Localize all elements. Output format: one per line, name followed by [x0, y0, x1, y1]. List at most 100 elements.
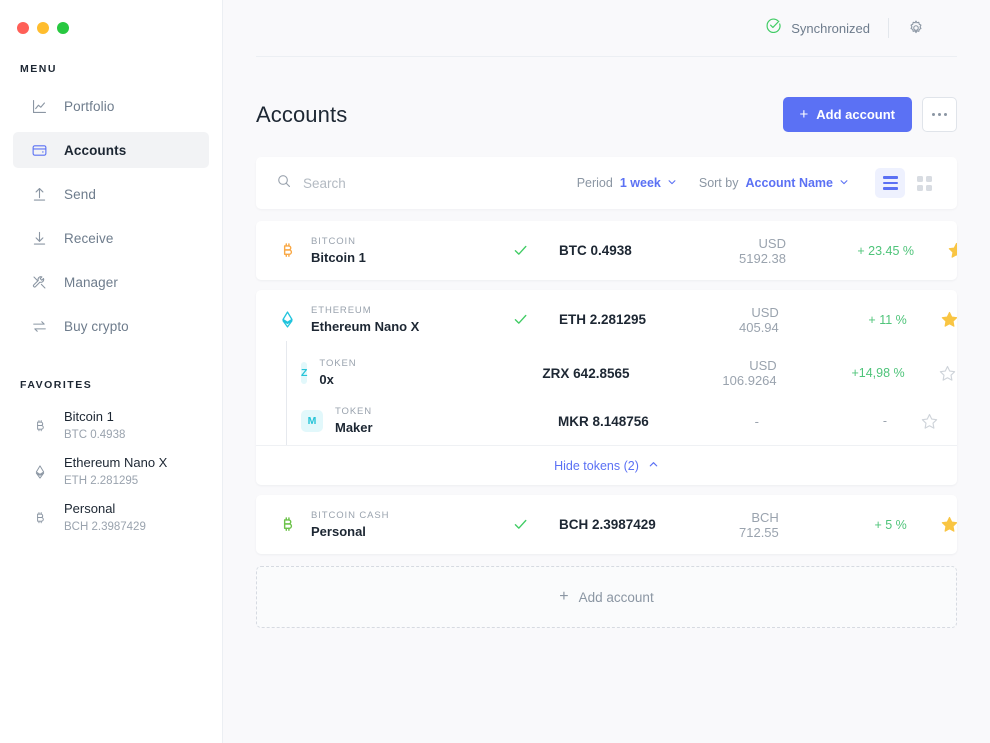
account-counter-value: USD 5192.38 — [739, 236, 822, 266]
account-currency: ETHEREUM — [311, 305, 481, 316]
star-filled-icon[interactable] — [907, 515, 957, 534]
account-delta: + 5 % — [815, 518, 907, 532]
favorite-item-name: Ethereum Nano X — [64, 455, 167, 471]
arrow-up-icon — [30, 185, 48, 203]
sidebar-item-portfolio[interactable]: Portfolio — [13, 88, 209, 124]
sort-dropdown[interactable]: Account Name — [745, 176, 849, 190]
token-identity: TOKEN Maker — [335, 406, 480, 436]
minimize-window-button[interactable] — [37, 22, 49, 34]
token-row-maker[interactable]: M TOKEN Maker MKR 8.148756 - - — [256, 397, 957, 445]
add-account-placeholder-label: Add account — [579, 590, 654, 605]
sync-status-label: Synchronized — [791, 21, 870, 36]
search-field[interactable] — [276, 173, 555, 194]
plus-icon: + — [559, 589, 568, 605]
arrow-down-icon — [30, 229, 48, 247]
add-account-placeholder-button[interactable]: + Add account — [256, 566, 957, 628]
favorite-item-balance: BCH 2.3987429 — [64, 520, 146, 534]
favorite-item-text: Bitcoin 1 BTC 0.4938 — [64, 409, 125, 443]
favorite-item-text: Ethereum Nano X ETH 2.281295 — [64, 455, 167, 489]
token-badge-icon: Z — [301, 362, 307, 384]
maximize-window-button[interactable] — [57, 22, 69, 34]
account-delta: + 11 % — [815, 313, 907, 327]
exchange-icon — [30, 317, 48, 335]
account-name: Ethereum Nano X — [311, 319, 481, 335]
token-amount: ZRX 642.8565 — [542, 366, 722, 381]
token-counter-value: - — [738, 414, 795, 429]
account-card-personal: BITCOIN CASH Personal BCH 2.3987429 BCH … — [256, 495, 957, 554]
sidebar-item-label: Portfolio — [64, 99, 114, 114]
token-counter-value: USD 106.9264 — [722, 358, 812, 388]
list-view-icon[interactable] — [875, 168, 905, 198]
wallet-icon — [30, 141, 48, 159]
favorite-item-text: Personal BCH 2.3987429 — [64, 501, 146, 535]
accounts-list: BITCOIN Bitcoin 1 BTC 0.4938 USD 5192.38… — [256, 221, 957, 628]
more-options-button[interactable] — [922, 97, 957, 132]
favorite-item-balance: ETH 2.281295 — [64, 474, 167, 488]
hide-tokens-toggle[interactable]: Hide tokens (2) — [256, 445, 957, 485]
sidebar-item-receive[interactable]: Receive — [13, 220, 209, 256]
sidebar-item-send[interactable]: Send — [13, 176, 209, 212]
star-outline-icon[interactable] — [887, 412, 939, 431]
sidebar: MENU Portfolio — [0, 0, 223, 743]
ethereum-icon — [276, 310, 298, 329]
account-identity: BITCOIN CASH Personal — [311, 510, 481, 540]
period-value: 1 week — [620, 176, 661, 190]
account-delta: + 23.45 % — [822, 244, 914, 258]
sidebar-item-manager[interactable]: Manager — [13, 264, 209, 300]
account-amount: ETH 2.281295 — [559, 312, 739, 327]
token-rail — [286, 341, 287, 397]
ethereum-icon — [30, 462, 50, 482]
sidebar-item-accounts[interactable]: Accounts — [13, 132, 209, 168]
main-content: Synchronized Accounts + Add account — [223, 0, 990, 743]
account-name: Personal — [311, 524, 481, 540]
account-identity: ETHEREUM Ethereum Nano X — [311, 305, 481, 335]
token-row-0x[interactable]: Z TOKEN 0x ZRX 642.8565 USD 106.9264 +14… — [256, 349, 957, 397]
grid-view-icon[interactable] — [909, 168, 939, 198]
main-navigation: Portfolio Accounts — [0, 88, 222, 344]
hide-tokens-label: Hide tokens (2) — [554, 459, 639, 473]
favorite-item-balance: BTC 0.4938 — [64, 428, 125, 442]
page-title: Accounts — [256, 102, 347, 128]
search-icon — [276, 173, 292, 194]
token-delta: +14,98 % — [813, 366, 905, 380]
favorite-item-ethereum-nano-x[interactable]: Ethereum Nano X ETH 2.281295 — [13, 449, 209, 495]
tools-icon — [30, 273, 48, 291]
star-outline-icon[interactable] — [905, 364, 957, 383]
menu-section-label: MENU — [0, 63, 222, 75]
account-card-bitcoin-1: BITCOIN Bitcoin 1 BTC 0.4938 USD 5192.38… — [256, 221, 957, 280]
search-input[interactable] — [303, 176, 533, 191]
ellipsis-icon — [944, 113, 947, 116]
favorite-item-name: Personal — [64, 501, 146, 517]
bitcoin-icon — [276, 241, 298, 260]
page-header: Accounts + Add account — [256, 57, 957, 132]
sync-check-icon — [481, 311, 559, 328]
star-filled-icon[interactable] — [907, 310, 957, 329]
add-account-button[interactable]: + Add account — [783, 97, 913, 132]
sync-status[interactable]: Synchronized — [765, 17, 870, 39]
accounts-toolbar: Period 1 week Sort by Account Name — [256, 157, 957, 209]
star-filled-icon[interactable] — [914, 241, 957, 260]
sort-label: Sort by — [699, 176, 739, 190]
favorite-item-personal[interactable]: Personal BCH 2.3987429 — [13, 495, 209, 541]
close-window-button[interactable] — [17, 22, 29, 34]
sidebar-item-buy-crypto[interactable]: Buy crypto — [13, 308, 209, 344]
accounts-page: Accounts + Add account — [223, 57, 990, 628]
period-label: Period — [577, 176, 613, 190]
token-delta: - — [795, 414, 887, 428]
bitcoin-icon — [30, 416, 50, 436]
top-bar: Synchronized — [256, 0, 957, 57]
gear-icon[interactable] — [907, 19, 925, 37]
period-dropdown[interactable]: 1 week — [620, 176, 677, 190]
account-counter-value: BCH 712.55 — [739, 510, 815, 540]
plus-icon: + — [800, 107, 809, 122]
favorite-item-bitcoin-1[interactable]: Bitcoin 1 BTC 0.4938 — [13, 403, 209, 449]
token-rail — [286, 397, 287, 445]
account-currency: BITCOIN CASH — [311, 510, 481, 521]
table-row[interactable]: BITCOIN CASH Personal BCH 2.3987429 BCH … — [256, 495, 957, 554]
chevron-down-icon — [667, 176, 677, 190]
sidebar-item-label: Buy crypto — [64, 319, 129, 334]
sidebar-item-label: Manager — [64, 275, 118, 290]
table-row[interactable]: ETHEREUM Ethereum Nano X ETH 2.281295 US… — [256, 290, 957, 349]
table-row[interactable]: BITCOIN Bitcoin 1 BTC 0.4938 USD 5192.38… — [256, 221, 957, 280]
account-currency: BITCOIN — [311, 236, 481, 247]
